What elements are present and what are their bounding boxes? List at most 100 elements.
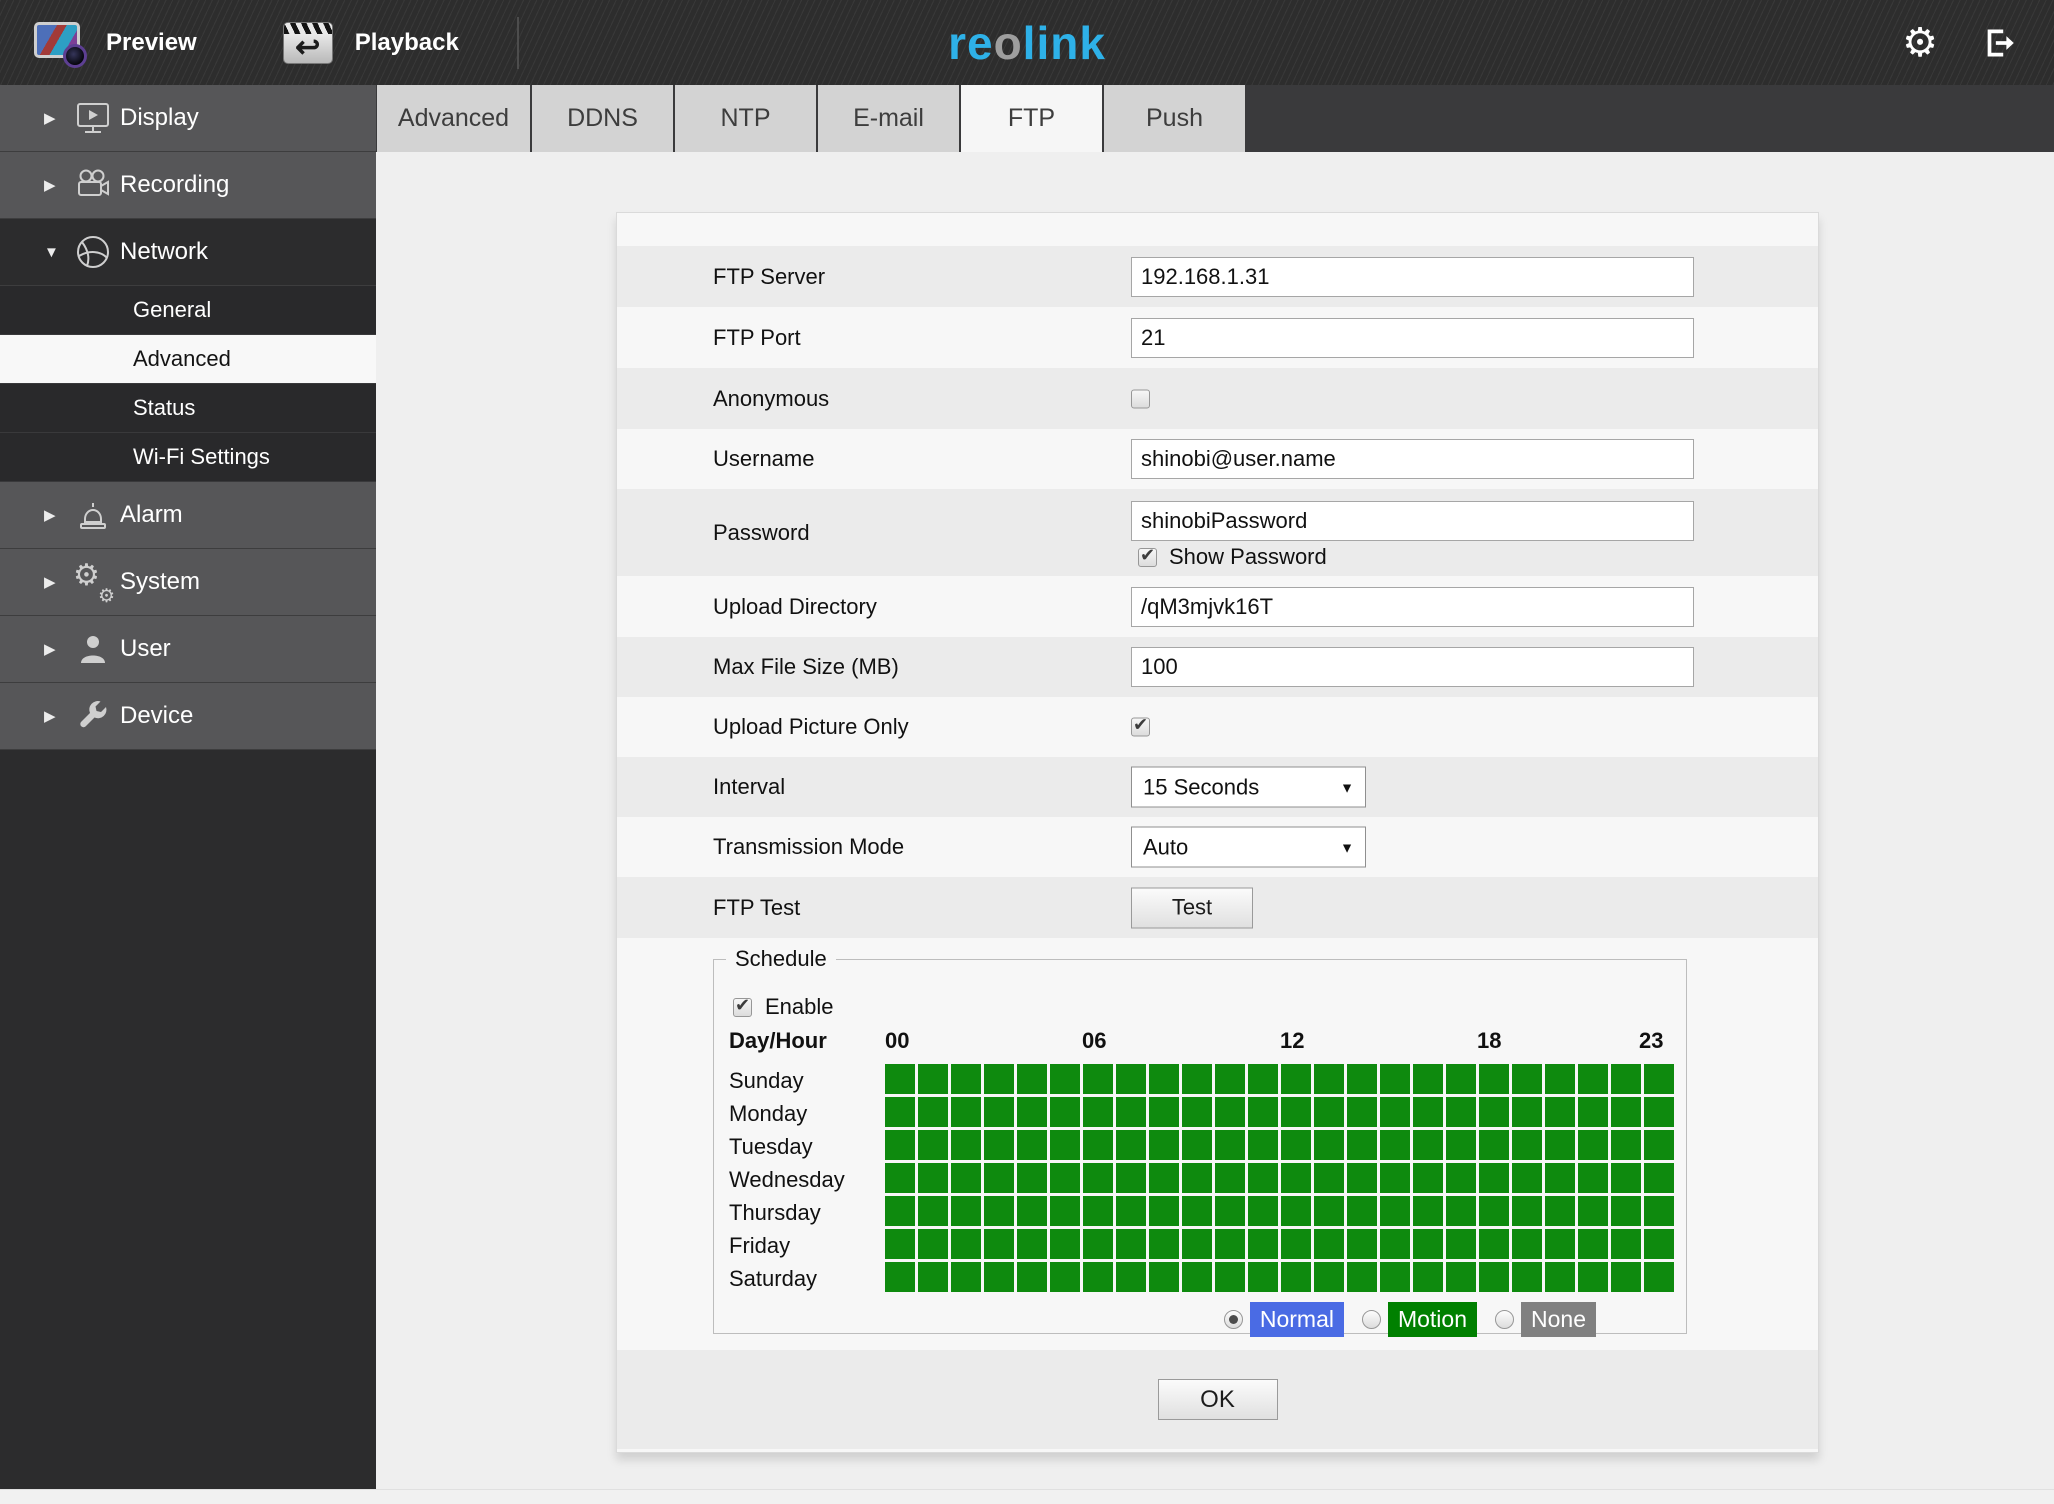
schedule-cell[interactable] <box>1050 1163 1080 1193</box>
schedule-cell[interactable] <box>1644 1097 1674 1127</box>
none-badge[interactable]: None <box>1521 1302 1596 1337</box>
schedule-cell[interactable] <box>1380 1064 1410 1094</box>
schedule-cell[interactable] <box>1116 1064 1146 1094</box>
schedule-cell[interactable] <box>1281 1130 1311 1160</box>
tab-advanced[interactable]: Advanced <box>377 85 530 152</box>
schedule-cell[interactable] <box>1017 1064 1047 1094</box>
schedule-cell[interactable] <box>1545 1163 1575 1193</box>
ok-button[interactable]: OK <box>1157 1379 1278 1420</box>
schedule-enable-checkbox[interactable]: ✔ <box>733 995 752 1017</box>
schedule-cell[interactable] <box>1050 1130 1080 1160</box>
schedule-cell[interactable] <box>984 1097 1014 1127</box>
schedule-cell[interactable] <box>1380 1196 1410 1226</box>
transmission-mode-select[interactable]: Auto ▼ <box>1131 826 1366 868</box>
schedule-cell[interactable] <box>1083 1163 1113 1193</box>
schedule-cell[interactable] <box>1116 1163 1146 1193</box>
schedule-cell[interactable] <box>1182 1196 1212 1226</box>
schedule-cell[interactable] <box>1578 1130 1608 1160</box>
schedule-cell[interactable] <box>1017 1229 1047 1259</box>
schedule-cell[interactable] <box>1215 1196 1245 1226</box>
ftp-server-input[interactable] <box>1131 256 1694 297</box>
schedule-cell[interactable] <box>951 1130 981 1160</box>
schedule-cell[interactable] <box>1446 1229 1476 1259</box>
schedule-cell[interactable] <box>1479 1163 1509 1193</box>
schedule-cell[interactable] <box>1611 1064 1641 1094</box>
schedule-cell[interactable] <box>918 1097 948 1127</box>
schedule-cell[interactable] <box>1479 1097 1509 1127</box>
schedule-cell[interactable] <box>1578 1163 1608 1193</box>
schedule-cell[interactable] <box>1347 1130 1377 1160</box>
schedule-cell[interactable] <box>984 1163 1014 1193</box>
schedule-cell[interactable] <box>984 1130 1014 1160</box>
username-input[interactable] <box>1131 439 1694 479</box>
schedule-cell[interactable] <box>1446 1163 1476 1193</box>
schedule-cell[interactable] <box>984 1262 1014 1292</box>
schedule-cell[interactable] <box>1248 1262 1278 1292</box>
schedule-cell[interactable] <box>1512 1130 1542 1160</box>
schedule-cell[interactable] <box>1446 1196 1476 1226</box>
schedule-cell[interactable] <box>1083 1196 1113 1226</box>
schedule-cell[interactable] <box>1644 1130 1674 1160</box>
schedule-cell[interactable] <box>1083 1064 1113 1094</box>
sidebar-item-recording[interactable]: ▶ Recording <box>0 152 376 219</box>
sidebar-item-device[interactable]: ▶ Device <box>0 683 376 750</box>
schedule-cell[interactable] <box>1281 1064 1311 1094</box>
sidebar-item-user[interactable]: ▶ User <box>0 616 376 683</box>
schedule-cell[interactable] <box>1413 1130 1443 1160</box>
schedule-cell[interactable] <box>1017 1163 1047 1193</box>
schedule-cell[interactable] <box>1182 1229 1212 1259</box>
sidebar-subitem-general[interactable]: General <box>0 286 376 335</box>
schedule-cell[interactable] <box>1611 1196 1641 1226</box>
schedule-cell[interactable] <box>1578 1064 1608 1094</box>
schedule-cell[interactable] <box>918 1196 948 1226</box>
tab-email[interactable]: E-mail <box>818 85 959 152</box>
schedule-cell[interactable] <box>1611 1229 1641 1259</box>
schedule-cell[interactable] <box>1116 1262 1146 1292</box>
normal-badge[interactable]: Normal <box>1249 1302 1344 1337</box>
settings-gear-icon[interactable]: ⚙ <box>1902 23 1938 63</box>
schedule-cell[interactable] <box>1611 1130 1641 1160</box>
schedule-cell[interactable] <box>1545 1097 1575 1127</box>
schedule-cell[interactable] <box>1083 1097 1113 1127</box>
schedule-cell[interactable] <box>1578 1229 1608 1259</box>
schedule-cell[interactable] <box>1578 1262 1608 1292</box>
schedule-cell[interactable] <box>1347 1262 1377 1292</box>
normal-radio[interactable] <box>1223 1310 1243 1329</box>
schedule-cell[interactable] <box>984 1229 1014 1259</box>
schedule-cell[interactable] <box>1248 1064 1278 1094</box>
tab-ftp[interactable]: FTP <box>961 85 1102 152</box>
schedule-cell[interactable] <box>1182 1130 1212 1160</box>
schedule-cell[interactable] <box>918 1163 948 1193</box>
schedule-cell[interactable] <box>1512 1163 1542 1193</box>
schedule-cell[interactable] <box>1215 1064 1245 1094</box>
anonymous-checkbox[interactable] <box>1131 389 1150 408</box>
schedule-cell[interactable] <box>1281 1262 1311 1292</box>
schedule-cell[interactable] <box>1545 1064 1575 1094</box>
schedule-cell[interactable] <box>1281 1163 1311 1193</box>
schedule-cell[interactable] <box>1545 1130 1575 1160</box>
schedule-cell[interactable] <box>1215 1163 1245 1193</box>
schedule-cell[interactable] <box>1479 1229 1509 1259</box>
schedule-cell[interactable] <box>1380 1130 1410 1160</box>
schedule-cell[interactable] <box>1314 1097 1344 1127</box>
schedule-cell[interactable] <box>1314 1130 1344 1160</box>
schedule-cell[interactable] <box>1215 1229 1245 1259</box>
schedule-cell[interactable] <box>1149 1130 1179 1160</box>
horizontal-scrollbar[interactable] <box>0 1489 2054 1504</box>
schedule-cell[interactable] <box>1479 1196 1509 1226</box>
ftp-port-input[interactable] <box>1131 317 1694 358</box>
schedule-cell[interactable] <box>1050 1097 1080 1127</box>
show-password-checkbox[interactable]: ✔ <box>1138 545 1157 567</box>
sidebar-subitem-wifi-settings[interactable]: Wi-Fi Settings <box>0 433 376 482</box>
schedule-cell[interactable] <box>1545 1196 1575 1226</box>
schedule-cell[interactable] <box>1611 1262 1641 1292</box>
schedule-cell[interactable] <box>1149 1262 1179 1292</box>
schedule-cell[interactable] <box>1248 1130 1278 1160</box>
schedule-cell[interactable] <box>1248 1097 1278 1127</box>
schedule-cell[interactable] <box>1017 1130 1047 1160</box>
schedule-cell[interactable] <box>885 1196 915 1226</box>
schedule-cell[interactable] <box>1347 1229 1377 1259</box>
schedule-cell[interactable] <box>1380 1262 1410 1292</box>
schedule-cell[interactable] <box>1446 1097 1476 1127</box>
schedule-cell[interactable] <box>918 1229 948 1259</box>
